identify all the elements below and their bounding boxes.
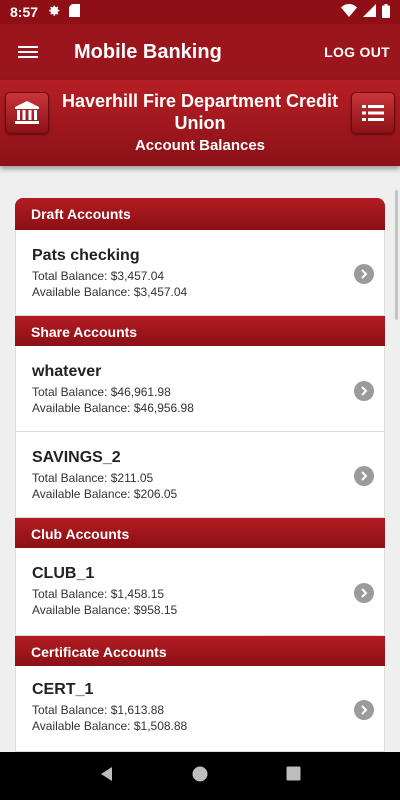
chevron-right-icon[interactable] xyxy=(354,466,374,486)
status-bar: 8:57 xyxy=(0,0,400,24)
total-balance: Total Balance: $1,613.88 xyxy=(32,703,165,717)
signal-icon xyxy=(363,4,376,20)
account-row[interactable]: CERT_1 Total Balance: $1,613.88 Availabl… xyxy=(15,666,385,752)
chevron-right-icon[interactable] xyxy=(354,264,374,284)
wifi-icon xyxy=(341,4,357,20)
recents-icon[interactable] xyxy=(286,766,301,786)
bank-home-button[interactable] xyxy=(5,92,49,134)
back-icon[interactable] xyxy=(99,766,115,787)
chevron-right-icon[interactable] xyxy=(354,381,374,401)
app-title: Mobile Banking xyxy=(74,40,222,63)
available-balance: Available Balance: $3,457.04 xyxy=(32,285,188,299)
available-balance: Available Balance: $46,956.98 xyxy=(32,401,194,415)
status-time: 8:57 xyxy=(10,4,39,20)
total-balance: Total Balance: $3,457.04 xyxy=(32,269,165,283)
account-row[interactable]: Pats checking Total Balance: $3,457.04 A… xyxy=(15,230,385,316)
page-subtitle: Account Balances xyxy=(134,137,266,154)
account-name: CLUB_1 xyxy=(32,565,95,582)
institution-header: Haverhill Fire Department Credit Union A… xyxy=(0,80,400,166)
section-header-share: Share Accounts xyxy=(15,316,385,346)
account-row[interactable]: CLUB_1 Total Balance: $1,458.15 Availabl… xyxy=(15,548,385,636)
sd-card-icon xyxy=(69,4,81,20)
institution-name: Haverhill Fire Department Credit Union xyxy=(61,91,339,133)
total-balance: Total Balance: $1,458.15 xyxy=(32,587,165,601)
account-name: CERT_1 xyxy=(32,681,94,698)
list-menu-button[interactable] xyxy=(351,92,395,134)
available-balance: Available Balance: $958.15 xyxy=(32,603,178,617)
available-balance: Available Balance: $1,508.88 xyxy=(32,719,188,733)
system-nav-bar xyxy=(0,752,400,800)
settings-gear-icon xyxy=(48,4,61,20)
home-icon[interactable] xyxy=(192,766,208,787)
chevron-right-icon[interactable] xyxy=(354,700,374,720)
battery-icon xyxy=(382,3,390,21)
account-row[interactable]: SAVINGS_2 Total Balance: $211.05 Availab… xyxy=(15,432,385,518)
section-header-club: Club Accounts xyxy=(15,518,385,548)
scrollbar[interactable] xyxy=(395,190,398,320)
app-bar: Mobile Banking LOG OUT xyxy=(0,24,400,80)
total-balance: Total Balance: $46,961.98 xyxy=(32,385,171,399)
available-balance: Available Balance: $206.05 xyxy=(32,487,178,501)
section-header-certificate: Certificate Accounts xyxy=(15,636,385,666)
bank-building-icon xyxy=(15,101,39,124)
list-icon xyxy=(362,105,384,121)
account-name: whatever xyxy=(32,363,102,380)
section-header-draft: Draft Accounts xyxy=(15,198,385,230)
chevron-right-icon[interactable] xyxy=(354,583,374,603)
account-list: Draft Accounts Pats checking Total Balan… xyxy=(15,198,385,752)
account-row[interactable]: whatever Total Balance: $46,961.98 Avail… xyxy=(15,346,385,432)
total-balance: Total Balance: $211.05 xyxy=(32,471,154,485)
menu-hamburger-icon[interactable] xyxy=(0,24,56,80)
logout-button[interactable]: LOG OUT xyxy=(324,44,390,60)
account-name: SAVINGS_2 xyxy=(32,449,121,466)
account-name: Pats checking xyxy=(32,247,140,264)
